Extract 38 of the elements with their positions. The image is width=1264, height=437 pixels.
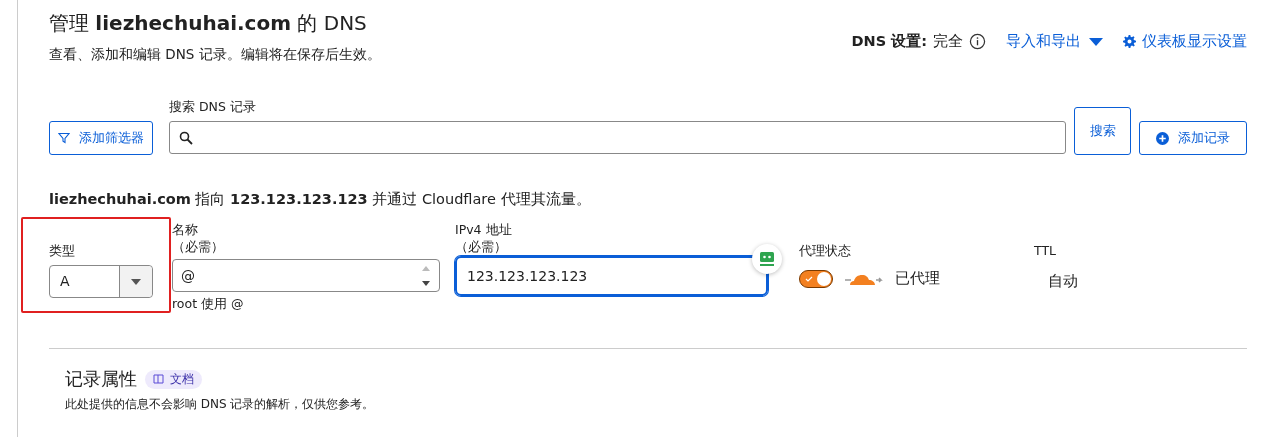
page-title: 管理 liezhechuhai.com 的 DNS: [49, 10, 368, 36]
proxy-status: 已代理: [895, 269, 940, 288]
search-field[interactable]: [169, 121, 1066, 154]
section-description: 此处提供的信息不会影响 DNS 记录的解析，仅供您参考。: [65, 396, 376, 413]
proxy-toggle[interactable]: [799, 269, 833, 288]
dashboard-settings-link[interactable]: 仪表板显示设置: [1142, 32, 1247, 51]
name-label: 名称: [172, 221, 199, 238]
ttl-value: 自动: [1047, 272, 1078, 291]
dns-setting-label: DNS 设置:: [851, 32, 927, 51]
import-export-link[interactable]: 导入和导出: [1006, 32, 1081, 51]
proxy-status-label: 代理状态: [799, 242, 852, 259]
caret-icon: [131, 278, 141, 285]
page-subtitle: 查看、添加和编辑 DNS 记录。编辑将在保存后生效。: [49, 46, 381, 64]
add-filter-button[interactable]: 添加筛选器: [49, 121, 153, 155]
search-label: 搜索 DNS 记录: [169, 98, 257, 115]
filter-icon: [58, 132, 70, 144]
docs-badge[interactable]: 文档: [145, 369, 202, 389]
settings-icon[interactable]: [1123, 35, 1136, 48]
required-label: （必需）: [172, 238, 225, 255]
ipv4-field[interactable]: 123.123.123.123: [455, 256, 768, 296]
password-manager-icon[interactable]: [752, 244, 782, 274]
info-icon[interactable]: [969, 33, 986, 50]
name-hint: root 使用 @: [172, 296, 245, 313]
required-label: （必需）: [455, 238, 508, 255]
check-icon: [805, 274, 813, 283]
ipv4-label: IPv4 地址: [455, 221, 513, 238]
ttl-label: TTL: [1034, 242, 1057, 259]
section-title: 记录属性: [65, 367, 137, 391]
caret-icon[interactable]: [1089, 37, 1103, 46]
search-button[interactable]: 搜索: [1074, 107, 1131, 155]
plus-icon: [1156, 131, 1169, 145]
search-icon: [179, 130, 193, 145]
type-label: 类型: [49, 242, 76, 259]
name-field[interactable]: @: [172, 259, 440, 292]
type-select[interactable]: A: [49, 265, 153, 298]
add-record-button[interactable]: 添加记录: [1139, 121, 1247, 155]
record-summary: liezhechuhai.com 指向 123.123.123.123 并通过 Cloudflare 代理其流量。: [49, 190, 592, 209]
dns-setting-value: 完全: [933, 32, 963, 51]
